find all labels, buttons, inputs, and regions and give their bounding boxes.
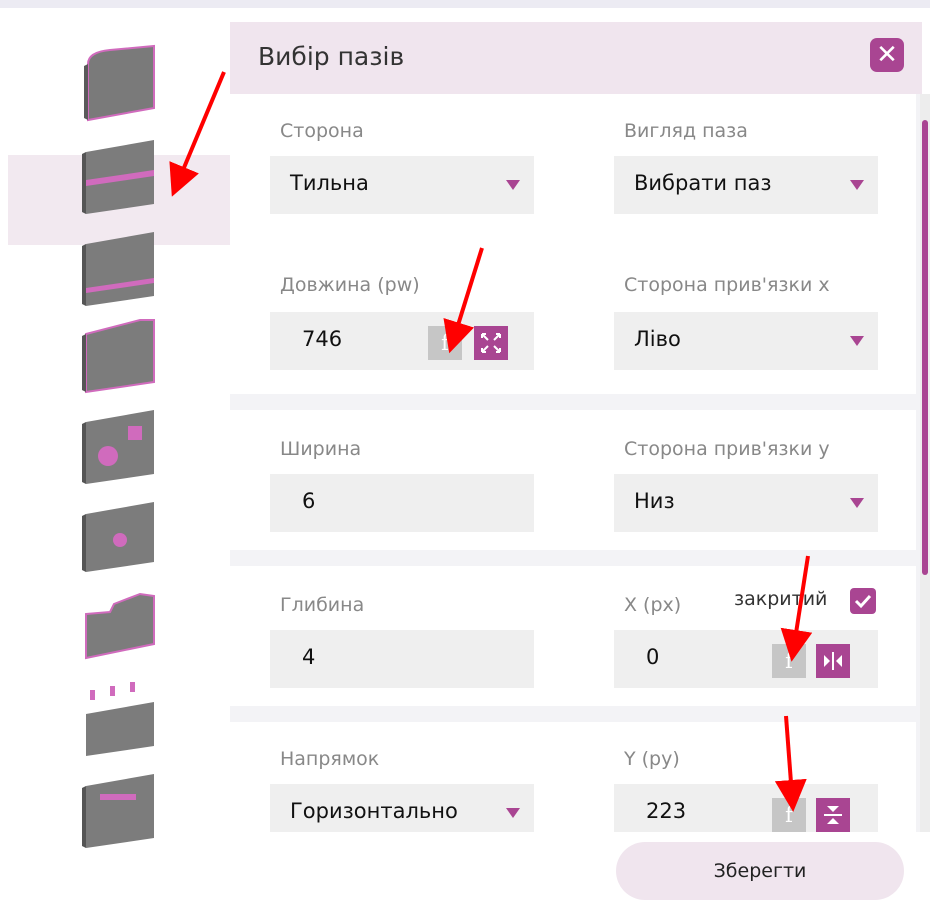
depth-input[interactable]: 4	[270, 630, 534, 688]
center-vertical-icon[interactable]	[816, 798, 850, 832]
length-label: Довжина (pw)	[280, 274, 420, 296]
dialog-title: Вибір пазів	[258, 42, 405, 71]
direction-select[interactable]: Горизонтально	[270, 784, 534, 832]
anchor-x-label: Сторона прив'язки x	[624, 274, 830, 296]
thumbnail-panel-round-hole[interactable]	[70, 492, 170, 576]
groove-type-label: Вигляд паза	[624, 120, 748, 142]
side-value: Тильна	[290, 171, 369, 195]
anchor-y-label: Сторона прив'язки y	[624, 438, 830, 460]
y-input[interactable]: 223 f	[614, 784, 878, 832]
y-value: 223	[646, 799, 687, 823]
formula-button[interactable]: f	[772, 644, 806, 678]
formula-button[interactable]: f	[428, 326, 462, 360]
section-depth: Глибина 4 X (px) закритий 0 f	[230, 566, 916, 706]
form-scroll-area: Сторона Тильна Вигляд паза Вибрати паз Д…	[230, 94, 922, 832]
thumbnail-panel-contour[interactable]	[70, 584, 170, 668]
y-label: Y (py)	[624, 748, 680, 770]
closed-checkbox[interactable]	[850, 588, 876, 614]
section-width: Ширина 6 Сторона прив'язки y Низ	[230, 410, 916, 550]
groove-thumbnail-list	[0, 22, 232, 848]
expand-icon[interactable]	[474, 326, 508, 360]
anchor-y-select[interactable]: Низ	[614, 474, 878, 532]
save-button[interactable]: Зберегти	[616, 842, 904, 900]
thumbnail-panel-groove-middle[interactable]	[70, 134, 170, 218]
x-label: X (px)	[624, 594, 682, 616]
groove-selection-dialog: Вибір пазів ✕ Сторона Тильна Вигляд паза…	[230, 22, 930, 900]
section-length: Довжина (pw) 746 f Сторона прив'язки x Л…	[230, 254, 916, 394]
direction-label: Напрямок	[280, 748, 380, 770]
chevron-down-icon	[506, 180, 520, 190]
thumbnail-panel-handle-slot[interactable]	[70, 768, 170, 852]
chevron-down-icon	[850, 336, 864, 346]
chevron-down-icon	[506, 808, 520, 818]
closed-label: закритий	[734, 588, 828, 610]
top-strip	[0, 0, 930, 8]
formula-button[interactable]: f	[772, 798, 806, 832]
depth-label: Глибина	[280, 594, 365, 616]
section-direction: Напрямок Горизонтально Y (py) 223 f	[230, 722, 916, 832]
center-horizontal-icon[interactable]	[816, 644, 850, 678]
direction-value: Горизонтально	[290, 799, 458, 823]
side-label: Сторона	[280, 120, 364, 142]
length-input[interactable]: 746 f	[270, 312, 534, 370]
width-input[interactable]: 6	[270, 474, 534, 532]
section-side: Сторона Тильна Вигляд паза Вибрати паз	[230, 94, 916, 254]
depth-value: 4	[302, 645, 316, 669]
width-label: Ширина	[280, 438, 362, 460]
anchor-x-value: Ліво	[634, 327, 681, 351]
thumbnail-panel-groove-bottom[interactable]	[70, 226, 170, 310]
length-value: 746	[302, 327, 343, 351]
x-input[interactable]: 0 f	[614, 630, 878, 688]
anchor-y-value: Низ	[634, 489, 675, 513]
groove-type-value: Вибрати паз	[634, 171, 772, 195]
anchor-x-select[interactable]: Ліво	[614, 312, 878, 370]
groove-type-select[interactable]: Вибрати паз	[614, 156, 878, 214]
chevron-down-icon	[850, 498, 864, 508]
side-select[interactable]: Тильна	[270, 156, 534, 214]
thumbnail-panel-rounded[interactable]	[70, 44, 170, 128]
close-button[interactable]: ✕	[870, 38, 904, 72]
thumbnail-panel-holes[interactable]	[70, 404, 170, 488]
dialog-header: Вибір пазів ✕	[230, 22, 922, 94]
scrollbar-thumb[interactable]	[922, 120, 928, 575]
thumbnail-panel-edge-cut[interactable]	[70, 312, 170, 396]
x-value: 0	[646, 645, 660, 669]
chevron-down-icon	[850, 180, 864, 190]
width-value: 6	[302, 489, 316, 513]
thumbnail-panel-dowels[interactable]	[70, 674, 170, 758]
